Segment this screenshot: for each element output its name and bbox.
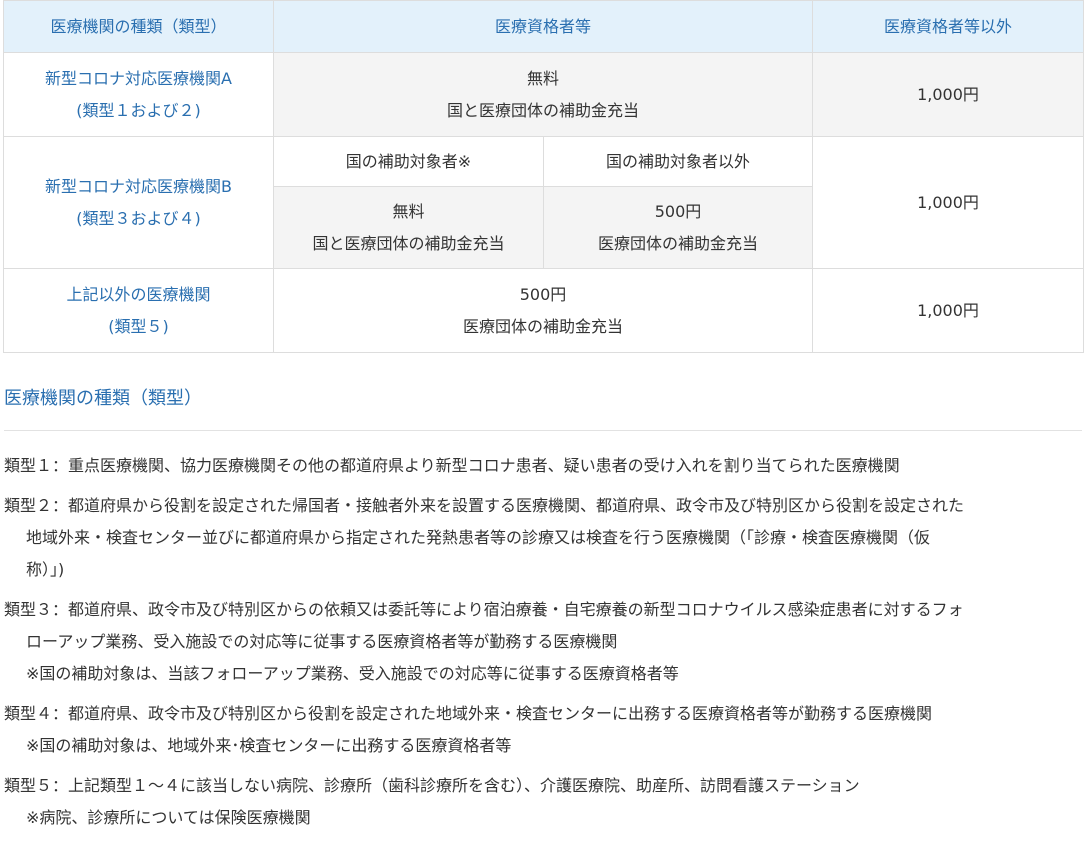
section-divider [4, 430, 1082, 431]
type-item-4: 類型４：都道府県、政令市及び特別区から役割を設定された地域外来・検査センターに出… [4, 704, 933, 755]
type-item-2: 類型２：都道府県から役割を設定された帰国者・接触者外来を設置する医療機関、都道府… [4, 496, 965, 579]
page: 医療機関の種類（類型） 医療資格者等 医療資格者等以外 新型コロナ対応医療機関A… [0, 0, 1085, 833]
facility-b-subsidized-fee: 無料 国と医療団体の補助金充当 [273, 186, 544, 269]
table-row-facility-other: 上記以外の医療機関 (類型５) 500円 医療団体の補助金充当 1,000円 [3, 268, 1085, 353]
type-item-3: 類型３：都道府県、政令市及び特別区からの依頼又は委託等により宿泊療養・自宅療養の… [4, 600, 964, 683]
header-facility-type: 医療機関の種類（類型） [3, 0, 274, 53]
facility-a-name: 新型コロナ対応医療機関A (類型１および２) [3, 52, 274, 137]
facility-a-other-fee: 1,000円 [812, 52, 1085, 137]
facility-other-qualified-fee: 500円 医療団体の補助金充当 [272, 268, 814, 353]
facility-b-non-subsidized-fee: 500円 医療団体の補助金充当 [542, 186, 814, 269]
header-other-staff: 医療資格者等以外 [812, 0, 1085, 53]
header-qualified-staff: 医療資格者等 [272, 0, 814, 53]
subheader-subsidized: 国の補助対象者※ [273, 136, 544, 187]
facility-b-name: 新型コロナ対応医療機関B (類型３および４) [3, 136, 274, 269]
section-title: 医療機関の種類（類型） [4, 388, 202, 409]
facility-other-name: 上記以外の医療機関 (類型５) [3, 268, 274, 353]
facility-a-qualified-fee: 無料 国と医療団体の補助金充当 [272, 52, 814, 137]
subheader-non-subsidized: 国の補助対象者以外 [542, 136, 814, 187]
table-header-row: 医療機関の種類（類型） 医療資格者等 医療資格者等以外 [3, 0, 1085, 53]
table-row-facility-a: 新型コロナ対応医療機関A (類型１および２) 無料 国と医療団体の補助金充当 1… [3, 52, 1085, 137]
table-row-facility-b-sub: 新型コロナ対応医療機関B (類型３および４) 国の補助対象者※ 国の補助対象者以… [3, 136, 1085, 269]
fee-table: 医療機関の種類（類型） 医療資格者等 医療資格者等以外 新型コロナ対応医療機関A… [3, 0, 1085, 353]
facility-other-other-fee: 1,000円 [812, 268, 1085, 353]
type-list: 類型１：重点医療機関、協力医療機関その他の都道府県より新型コロナ患者、疑い患者の… [4, 450, 1083, 842]
type-item-1: 類型１：重点医療機関、協力医療機関その他の都道府県より新型コロナ患者、疑い患者の… [4, 456, 900, 475]
type-item-5: 類型５：上記類型１～４に該当しない病院、診療所（歯科診療所を含む）、介護医療院、… [4, 776, 860, 827]
facility-b-other-fee: 1,000円 [812, 136, 1085, 269]
